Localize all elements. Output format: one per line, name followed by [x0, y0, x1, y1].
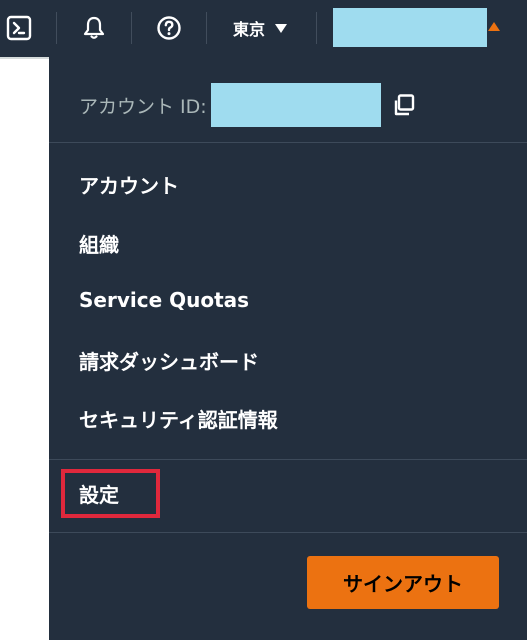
menu-item-billing-dashboard[interactable]: 請求ダッシュボード — [79, 346, 259, 375]
separator — [131, 12, 132, 44]
account-dropdown-menu: アカウント ID: アカウント 組織 Service Quotas 請求ダッシュ… — [49, 57, 527, 640]
separator — [206, 12, 207, 44]
copy-icon[interactable] — [392, 93, 416, 117]
account-id-row: アカウント ID: — [79, 83, 381, 127]
account-name-redacted[interactable] — [333, 8, 487, 47]
menu-item-account[interactable]: アカウント — [79, 170, 179, 199]
settings-label: 設定 — [79, 483, 119, 507]
region-label: 東京 — [233, 20, 266, 39]
account-id-label: アカウント ID: — [79, 95, 207, 118]
menu-item-organizations[interactable]: 組織 — [79, 229, 119, 258]
top-nav-bar: 東京 — [0, 0, 527, 57]
menu-item-settings[interactable]: 設定 — [61, 469, 160, 518]
help-icon[interactable] — [155, 14, 183, 42]
caret-down-icon — [275, 24, 288, 33]
menu-item-security-credentials[interactable]: セキュリティ認証情報 — [79, 404, 278, 433]
divider — [49, 459, 527, 460]
cloudshell-icon[interactable] — [5, 14, 33, 42]
region-selector[interactable]: 東京 — [233, 16, 288, 40]
menu-item-service-quotas[interactable]: Service Quotas — [79, 288, 249, 312]
divider — [49, 142, 527, 143]
separator — [316, 12, 317, 44]
page-content-area — [0, 57, 49, 640]
account-id-redacted — [210, 83, 381, 127]
separator — [56, 12, 57, 44]
divider — [49, 532, 527, 533]
caret-up-icon — [488, 22, 500, 31]
sign-out-button[interactable]: サインアウト — [307, 556, 499, 609]
bell-icon[interactable] — [80, 14, 108, 42]
